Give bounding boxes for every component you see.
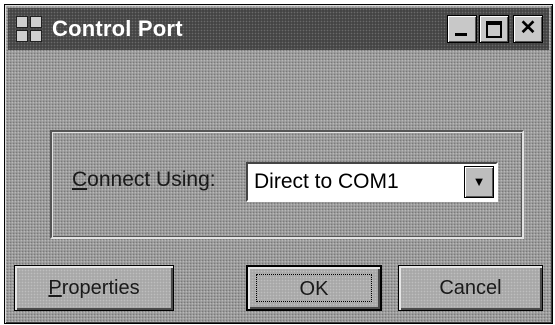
maximize-icon[interactable] bbox=[479, 15, 509, 43]
connect-using-value: Direct to COM1 bbox=[254, 170, 399, 193]
connect-using-accelerator: C bbox=[72, 168, 88, 191]
window-controls: ✕ bbox=[447, 15, 543, 43]
properties-button[interactable]: Properties bbox=[14, 265, 174, 311]
connect-using-label: Connect Using: bbox=[72, 168, 216, 192]
ok-button[interactable]: OK bbox=[246, 265, 382, 311]
close-icon[interactable]: ✕ bbox=[513, 15, 543, 43]
properties-accelerator: P bbox=[48, 277, 62, 299]
connect-using-label-text: onnect Using: bbox=[87, 168, 216, 191]
connect-using-select[interactable]: Direct to COM1 ▼ bbox=[246, 162, 498, 202]
minimize-icon[interactable] bbox=[447, 15, 477, 43]
ok-label: OK bbox=[299, 278, 329, 300]
window-title: Control Port bbox=[52, 16, 183, 41]
properties-label-text: roperties bbox=[61, 277, 140, 299]
chevron-down-icon[interactable]: ▼ bbox=[464, 166, 494, 198]
phone-window-icon bbox=[16, 16, 42, 42]
cancel-label: Cancel bbox=[439, 277, 502, 299]
properties-label: Properties bbox=[48, 277, 139, 299]
title-bar[interactable]: Control Port ✕ bbox=[8, 8, 549, 50]
cancel-button[interactable]: Cancel bbox=[398, 265, 543, 311]
